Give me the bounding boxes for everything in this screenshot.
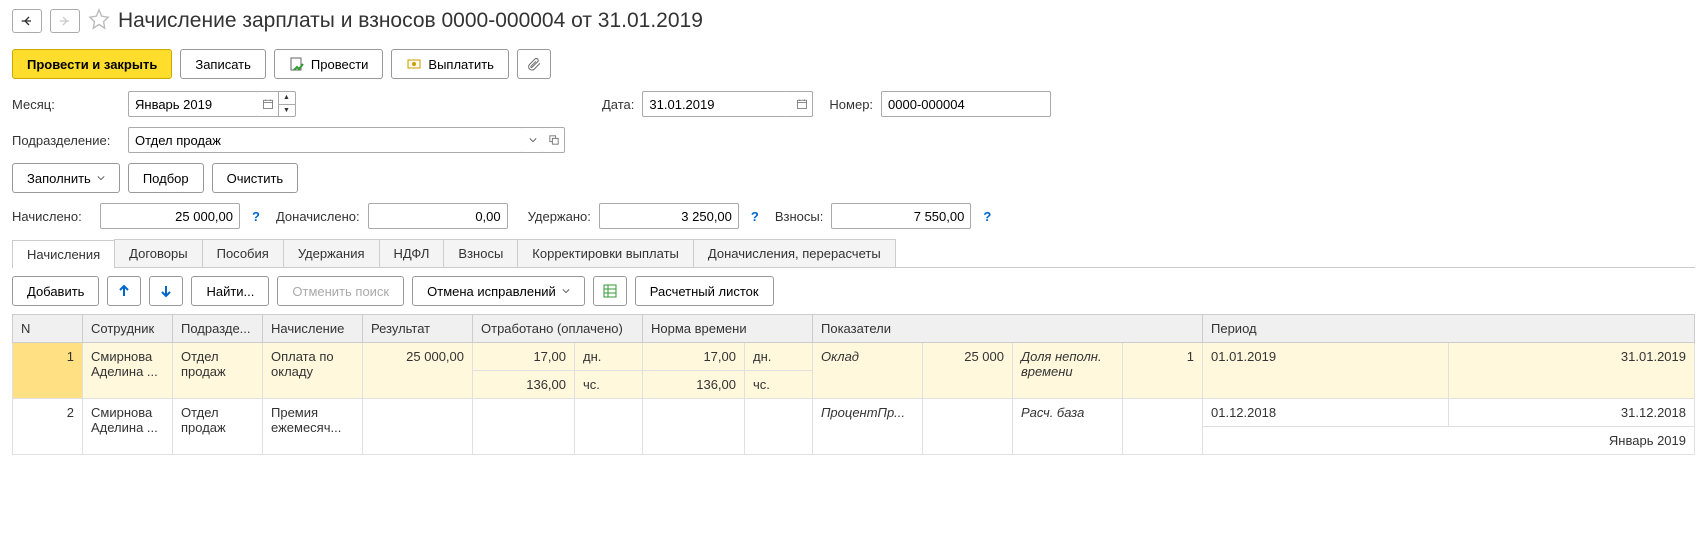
- paperclip-icon: [526, 56, 542, 72]
- post-button[interactable]: Провести: [274, 49, 384, 79]
- pay-icon: [406, 56, 422, 72]
- cancel-corrections-button[interactable]: Отмена исправлений: [412, 276, 585, 306]
- arrow-down-icon: [158, 283, 174, 299]
- addaccr-input[interactable]: [368, 203, 508, 229]
- favorite-star-icon[interactable]: [88, 8, 110, 33]
- arrow-up-icon: [116, 283, 132, 299]
- chevron-down-icon: [529, 136, 537, 144]
- table-icon: [602, 283, 618, 299]
- col-res[interactable]: Результат: [363, 315, 473, 343]
- month-calendar-button[interactable]: [257, 91, 279, 117]
- tab-contributions[interactable]: Взносы: [443, 239, 518, 267]
- tab-deductions[interactable]: Удержания: [283, 239, 380, 267]
- number-input[interactable]: [881, 91, 1051, 117]
- write-button[interactable]: Записать: [180, 49, 266, 79]
- tab-accruals[interactable]: Начисления: [12, 240, 115, 268]
- pay-button[interactable]: Выплатить: [391, 49, 509, 79]
- col-n[interactable]: N: [13, 315, 83, 343]
- date-calendar-button[interactable]: [791, 91, 813, 117]
- spinner-down-icon[interactable]: ▼: [278, 105, 295, 117]
- number-label: Номер:: [829, 97, 873, 112]
- accrued-hint-icon[interactable]: ?: [252, 209, 260, 224]
- contrib-input[interactable]: [831, 203, 971, 229]
- withheld-hint-icon[interactable]: ?: [751, 209, 759, 224]
- spinner-up-icon[interactable]: ▲: [278, 92, 295, 105]
- move-down-button[interactable]: [149, 276, 183, 306]
- chevron-down-icon: [562, 287, 570, 295]
- accrued-input[interactable]: [100, 203, 240, 229]
- post-and-close-button[interactable]: Провести и закрыть: [12, 49, 172, 79]
- col-norm[interactable]: Норма времени: [643, 315, 813, 343]
- accruals-table[interactable]: N Сотрудник Подразде... Начисление Резул…: [12, 314, 1695, 455]
- date-input[interactable]: [642, 91, 792, 117]
- forward-button[interactable]: [50, 9, 80, 33]
- chevron-down-icon: [97, 174, 105, 182]
- col-dept[interactable]: Подразде...: [173, 315, 263, 343]
- attach-button[interactable]: [517, 49, 551, 79]
- payslip-button[interactable]: Расчетный листок: [635, 276, 774, 306]
- open-icon: [549, 135, 559, 145]
- col-worked[interactable]: Отработано (оплачено): [473, 315, 643, 343]
- tab-ndfl[interactable]: НДФЛ: [379, 239, 445, 267]
- col-emp[interactable]: Сотрудник: [83, 315, 173, 343]
- col-ind[interactable]: Показатели: [813, 315, 1203, 343]
- table-row[interactable]: 2 Смирнова Аделина ... Отдел продаж Прем…: [13, 399, 1695, 427]
- find-button[interactable]: Найти...: [191, 276, 269, 306]
- month-input[interactable]: [128, 91, 258, 117]
- tab-contracts[interactable]: Договоры: [114, 239, 202, 267]
- post-icon: [289, 56, 305, 72]
- col-period[interactable]: Период: [1203, 315, 1695, 343]
- month-spinner[interactable]: ▲ ▼: [278, 91, 296, 117]
- dept-dropdown-button[interactable]: [522, 127, 544, 153]
- contrib-hint-icon[interactable]: ?: [983, 209, 991, 224]
- date-label: Дата:: [602, 97, 634, 112]
- accrued-label: Начислено:: [12, 209, 92, 224]
- move-up-button[interactable]: [107, 276, 141, 306]
- tab-corrections[interactable]: Корректировки выплаты: [517, 239, 694, 267]
- tab-recalc[interactable]: Доначисления, перерасчеты: [693, 239, 896, 267]
- pick-button[interactable]: Подбор: [128, 163, 204, 193]
- dept-open-button[interactable]: [543, 127, 565, 153]
- arrow-right-icon: [57, 13, 73, 29]
- calendar-icon: [796, 98, 808, 110]
- contrib-label: Взносы:: [775, 209, 824, 224]
- add-row-button[interactable]: Добавить: [12, 276, 99, 306]
- withheld-input[interactable]: [599, 203, 739, 229]
- arrow-left-icon: [19, 13, 35, 29]
- addaccr-label: Доначислено:: [276, 209, 360, 224]
- calendar-icon: [262, 98, 274, 110]
- withheld-label: Удержано:: [528, 209, 591, 224]
- dept-label: Подразделение:: [12, 133, 120, 148]
- table-row[interactable]: 1 Смирнова Аделина ... Отдел продаж Опла…: [13, 343, 1695, 371]
- dept-input[interactable]: [128, 127, 523, 153]
- back-button[interactable]: [12, 9, 42, 33]
- month-label: Месяц:: [12, 97, 120, 112]
- tab-benefits[interactable]: Пособия: [202, 239, 284, 267]
- cancel-find-button[interactable]: Отменить поиск: [277, 276, 404, 306]
- clear-button[interactable]: Очистить: [212, 163, 299, 193]
- col-accr[interactable]: Начисление: [263, 315, 363, 343]
- show-details-button[interactable]: [593, 276, 627, 306]
- fill-button[interactable]: Заполнить: [12, 163, 120, 193]
- page-title: Начисление зарплаты и взносов 0000-00000…: [118, 9, 703, 33]
